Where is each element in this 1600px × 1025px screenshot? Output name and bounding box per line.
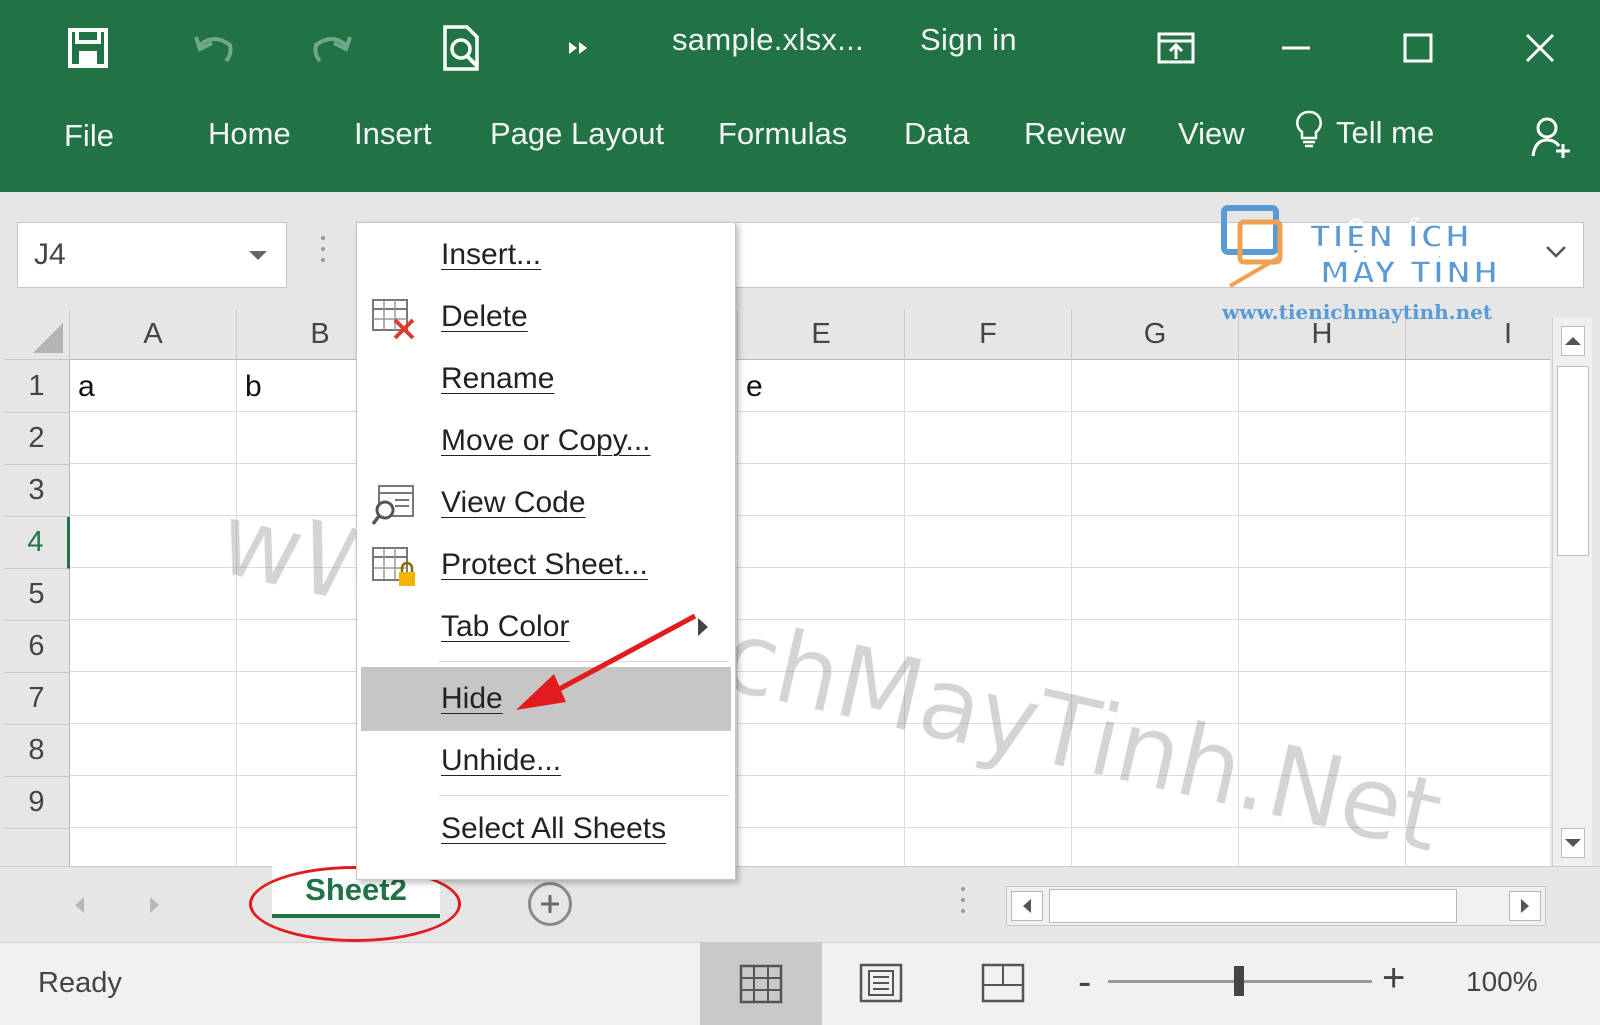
select-all-corner[interactable] xyxy=(4,310,70,360)
chevron-down-icon[interactable] xyxy=(248,249,268,267)
page-break-view-button[interactable] xyxy=(978,960,1028,1006)
menu-item-label: Hide xyxy=(441,682,503,715)
logo-line-2: MÁY TÍNH xyxy=(1319,255,1501,292)
tab-formulas[interactable]: Formulas xyxy=(718,116,847,152)
annotation-arrow xyxy=(516,613,697,710)
more-commands-icon[interactable] xyxy=(558,18,598,78)
column-header[interactable]: A xyxy=(70,310,237,360)
menu-item-label: Insert... xyxy=(441,238,542,271)
tab-page-layout[interactable]: Page Layout xyxy=(490,116,664,152)
cell-e1[interactable]: e xyxy=(738,360,905,413)
lightbulb-icon xyxy=(1296,110,1322,156)
delete-sheet-icon xyxy=(371,297,417,341)
redo-icon[interactable] xyxy=(302,18,362,78)
menu-item-label: Delete xyxy=(441,300,528,333)
row-header[interactable] xyxy=(4,829,70,866)
row-header[interactable]: 2 xyxy=(4,413,70,465)
expand-formula-bar-icon[interactable] xyxy=(1545,245,1567,264)
tell-me-box[interactable]: Tell me xyxy=(1296,110,1434,156)
menu-item-label: Protect Sheet... xyxy=(441,548,648,581)
maximize-icon[interactable] xyxy=(1388,18,1448,78)
undo-icon[interactable] xyxy=(184,18,244,78)
menu-item-label: Unhide... xyxy=(441,744,562,777)
menu-item-label: Move or Copy... xyxy=(441,424,651,457)
name-box[interactable]: J4 xyxy=(17,222,287,288)
scroll-tabs-right-icon[interactable] xyxy=(148,895,162,920)
menu-item-label: Rename xyxy=(441,362,555,395)
tab-split-handle[interactable] xyxy=(960,887,966,920)
status-text: Ready xyxy=(38,967,122,999)
new-sheet-button[interactable] xyxy=(528,882,572,926)
scroll-right-arrow-icon[interactable] xyxy=(1509,891,1541,921)
sign-in-link[interactable]: Sign in xyxy=(920,22,1017,58)
page-break-icon xyxy=(981,963,1025,1003)
share-icon[interactable] xyxy=(1526,108,1576,168)
ribbon-display-options-icon[interactable] xyxy=(1146,18,1206,78)
scroll-tabs-left-icon[interactable] xyxy=(72,895,86,920)
close-icon[interactable] xyxy=(1510,18,1570,78)
vertical-scroll-thumb[interactable] xyxy=(1557,366,1589,556)
normal-view-button[interactable] xyxy=(700,942,822,1025)
row-header[interactable]: 9 xyxy=(4,777,70,829)
plus-icon xyxy=(541,895,559,913)
row-header[interactable]: 3 xyxy=(4,465,70,517)
minimize-icon[interactable] xyxy=(1266,18,1326,78)
scroll-down-arrow-icon[interactable] xyxy=(1561,828,1585,858)
column-header[interactable]: F xyxy=(905,310,1072,360)
menu-item-select-all-sheets[interactable]: Select All Sheets xyxy=(361,799,731,859)
row-header[interactable]: 5 xyxy=(4,569,70,621)
menu-item-delete[interactable]: Delete xyxy=(361,287,731,347)
save-icon[interactable] xyxy=(58,18,118,78)
scroll-left-arrow-icon[interactable] xyxy=(1011,891,1043,921)
logo-line-1: TIỆN ÍCH xyxy=(1309,219,1472,256)
print-preview-icon[interactable] xyxy=(432,18,492,78)
column-header[interactable]: E xyxy=(738,310,905,360)
horizontal-scrollbar[interactable] xyxy=(1006,886,1546,926)
row-header[interactable]: 7 xyxy=(4,673,70,725)
row-header-active[interactable]: 4 xyxy=(4,517,70,569)
scroll-up-arrow-icon[interactable] xyxy=(1561,326,1585,356)
row-header[interactable]: 1 xyxy=(4,360,70,413)
view-code-icon xyxy=(371,483,417,527)
tab-review[interactable]: Review xyxy=(1024,116,1126,152)
title-bar: sample.xlsx... Sign in xyxy=(0,0,1600,96)
row-header[interactable]: 8 xyxy=(4,725,70,777)
grid-view-icon xyxy=(739,964,783,1003)
logo-mark-icon xyxy=(1221,205,1283,288)
menu-item-move-or-copy[interactable]: Move or Copy... xyxy=(361,411,731,471)
sheet-context-menu: Insert... Delete Rename Move or Copy... … xyxy=(356,222,736,880)
site-logo: TIỆN ÍCH MÁY TÍNH www.tienichmaytinh.net xyxy=(1218,200,1518,324)
menu-item-protect-sheet[interactable]: Protect Sheet... xyxy=(361,535,731,595)
menu-item-rename[interactable]: Rename xyxy=(361,349,731,409)
column-header[interactable]: G xyxy=(1072,310,1239,360)
vertical-scrollbar[interactable] xyxy=(1552,318,1592,866)
page-layout-icon xyxy=(859,963,903,1003)
tab-file[interactable]: File xyxy=(64,118,114,154)
tab-home[interactable]: Home xyxy=(208,116,291,152)
zoom-slider-thumb[interactable] xyxy=(1234,966,1244,996)
row-header[interactable]: 6 xyxy=(4,621,70,673)
formula-bar-resize-handle[interactable] xyxy=(320,236,326,269)
menu-item-unhide[interactable]: Unhide... xyxy=(361,731,731,791)
zoom-in-button[interactable]: + xyxy=(1382,958,1405,998)
menu-item-label: Select All Sheets xyxy=(441,812,667,845)
menu-separator xyxy=(439,795,729,796)
page-layout-view-button[interactable] xyxy=(856,960,906,1006)
window-title: sample.xlsx... xyxy=(672,22,864,57)
tab-insert[interactable]: Insert xyxy=(354,116,432,152)
protect-sheet-icon xyxy=(371,545,417,589)
tab-data[interactable]: Data xyxy=(904,116,969,152)
name-box-value: J4 xyxy=(34,238,66,271)
zoom-level[interactable]: 100% xyxy=(1466,966,1538,998)
ribbon-tab-bar: File Home Insert Page Layout Formulas Da… xyxy=(0,96,1600,192)
cell-a1[interactable]: a xyxy=(70,360,237,413)
tell-me-label: Tell me xyxy=(1336,115,1435,150)
logo-url: www.tienichmaytinh.net xyxy=(1222,300,1493,324)
menu-item-insert[interactable]: Insert... xyxy=(361,225,731,285)
zoom-out-button[interactable]: - xyxy=(1078,962,1091,1002)
tab-view[interactable]: View xyxy=(1178,116,1245,152)
menu-item-view-code[interactable]: View Code xyxy=(361,473,731,533)
menu-item-label: View Code xyxy=(441,486,586,519)
horizontal-scroll-thumb[interactable] xyxy=(1049,889,1457,923)
